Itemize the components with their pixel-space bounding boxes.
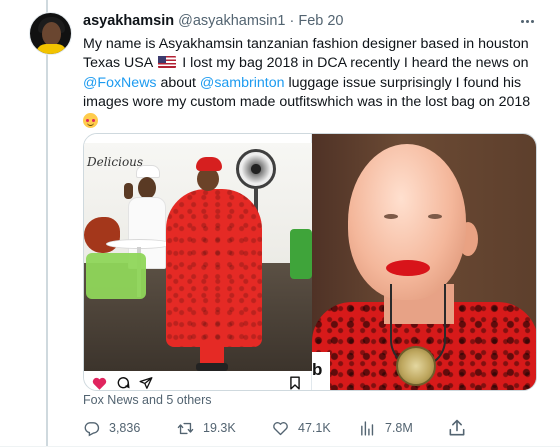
like-icon [273,421,288,435]
woman-shoes [196,363,228,371]
necklace-pendant [396,346,436,386]
smiling-face-emoji-icon [83,112,98,128]
views-button[interactable]: 7.8M [359,418,413,438]
tweet-line-2: Texas USA I lost my bag 2018 in DCA rece… [83,54,545,73]
portrait-eye-left [384,214,398,219]
social-context-text[interactable]: Fox News and 5 others [83,393,212,407]
avatar-shirt [36,44,67,54]
bookmark-icon [290,376,300,390]
head-wrap [196,157,222,171]
repost-button[interactable]: 19.3K [177,418,236,438]
tweet-line-2b: I lost my bag 2018 in DCA recently I hea… [182,55,529,72]
reply-icon [84,421,100,436]
tweet-text: My name is Asyakhamsin tanzanian fashion… [83,35,545,132]
post-action-bar [84,374,312,390]
more-dot [525,19,529,23]
media-image-portrait[interactable]: b [312,134,536,390]
tweet-action-bar: 3,836 19.3K 47.1K 7.8M [83,418,463,438]
us-flag-emoji-icon [158,56,177,69]
mention-foxnews[interactable]: @FoxNews [83,75,157,91]
plant-figure [84,217,120,253]
repost-icon [177,422,194,434]
send-icon [139,377,153,389]
author-name[interactable]: asyakhamsin [83,13,174,29]
red-dress [166,189,262,347]
portrait-head [348,144,466,300]
tweet-line-1: My name is Asyakhamsin tanzanian fashion… [83,36,529,52]
comment-icon [117,377,130,389]
reply-button[interactable]: 3,836 [83,418,140,438]
views-count: 7.8M [385,421,413,435]
tweet-line-3d: luggage issue surprisingly I found his [284,74,522,91]
more-options-button[interactable] [516,12,538,30]
more-dot [530,19,534,23]
tweet-line-3b: about [156,74,200,91]
repost-count: 19.3K [203,421,236,435]
like-button[interactable]: 47.1K [272,418,331,438]
tweet-line-4: images wore my custom made outfitswhich … [83,94,531,111]
avatar-face [42,22,61,46]
portrait-eye-right [428,214,442,219]
media-image-instagram-post[interactable]: Delicious [84,134,312,390]
post-photo: Delicious [84,143,312,371]
chair-figure [86,253,146,299]
author-handle[interactable]: @asyakhamsin1 [178,13,285,29]
thread-connector-line [46,0,48,447]
chef-head [138,177,156,199]
chef-hand [124,183,133,199]
tweet-media[interactable]: Delicious b [83,133,537,391]
header-separator: · [289,13,295,29]
chef-hat [136,165,160,178]
tweet-line-3: @FoxNews about @sambrinton luggage issue… [83,74,545,93]
tweet-line-5 [83,112,545,132]
woman-in-red-dress-figure [166,157,262,371]
portrait-lips [386,260,430,276]
tweet-line-2a: Texas USA [83,55,153,72]
reply-count: 3,836 [109,421,141,435]
watermark-logo: b [312,360,323,379]
tweet-date[interactable]: Feb 20 [298,13,343,29]
mention-sambrinton[interactable]: @sambrinton [200,75,285,91]
avatar[interactable] [29,12,72,55]
tweet-header: asyakhamsin @asyakhamsin1 · Feb 20 [83,12,344,30]
share-icon[interactable] [447,418,467,438]
like-count: 47.1K [298,421,331,435]
more-horizontal-icon [520,19,524,23]
green-chair-figure [290,229,312,279]
views-icon [361,420,374,436]
heart-icon [92,377,107,390]
